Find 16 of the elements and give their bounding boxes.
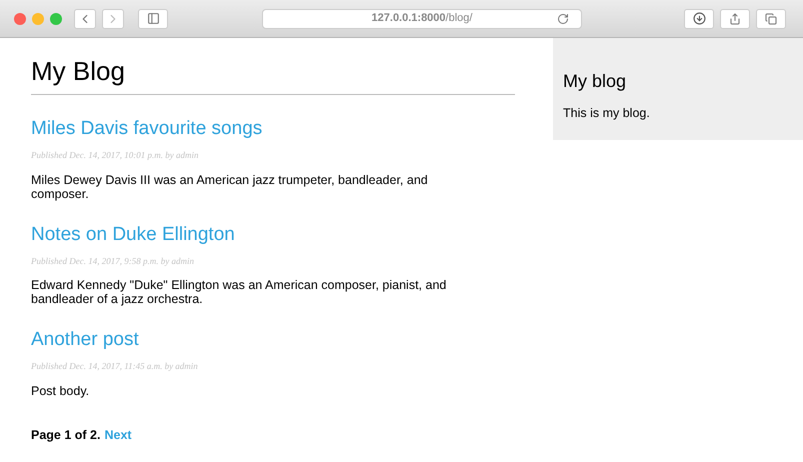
post-body: Edward Kennedy "Duke" Ellington was an American composer, pianist, and bandleader of a jazz orchestra. xyxy=(31,278,448,306)
page-indicator: Page 1 of 2. xyxy=(31,426,100,444)
post-title[interactable]: Miles Davis favourite songs xyxy=(31,117,515,141)
post-meta: Published Dec. 14, 2017, 10:01 p.m. by admin xyxy=(31,149,200,162)
url-text: 127.0.0.1:8000/blog/ xyxy=(372,11,472,26)
post-body: Post body. xyxy=(31,384,90,398)
post-meta: Published Dec. 14, 2017, 9:58 p.m. by admin xyxy=(31,254,195,268)
post-meta: Published Dec. 14, 2017, 11:45 a.m. by admin xyxy=(31,360,199,373)
page-title: My Blog xyxy=(31,54,515,95)
next-link[interactable]: Next xyxy=(104,426,132,444)
sidebar-title: My blog xyxy=(563,70,628,92)
post-title[interactable]: Another post xyxy=(31,328,515,352)
address-bar[interactable]: 127.0.0.1:8000/blog/ xyxy=(262,8,582,28)
sidebar-text: This is my blog. xyxy=(563,105,651,122)
post-title[interactable]: Notes on Duke Ellington xyxy=(31,222,515,246)
post-body: Miles Dewey Davis III was an American jazz trumpeter, bandleader, and composer. xyxy=(31,172,429,200)
